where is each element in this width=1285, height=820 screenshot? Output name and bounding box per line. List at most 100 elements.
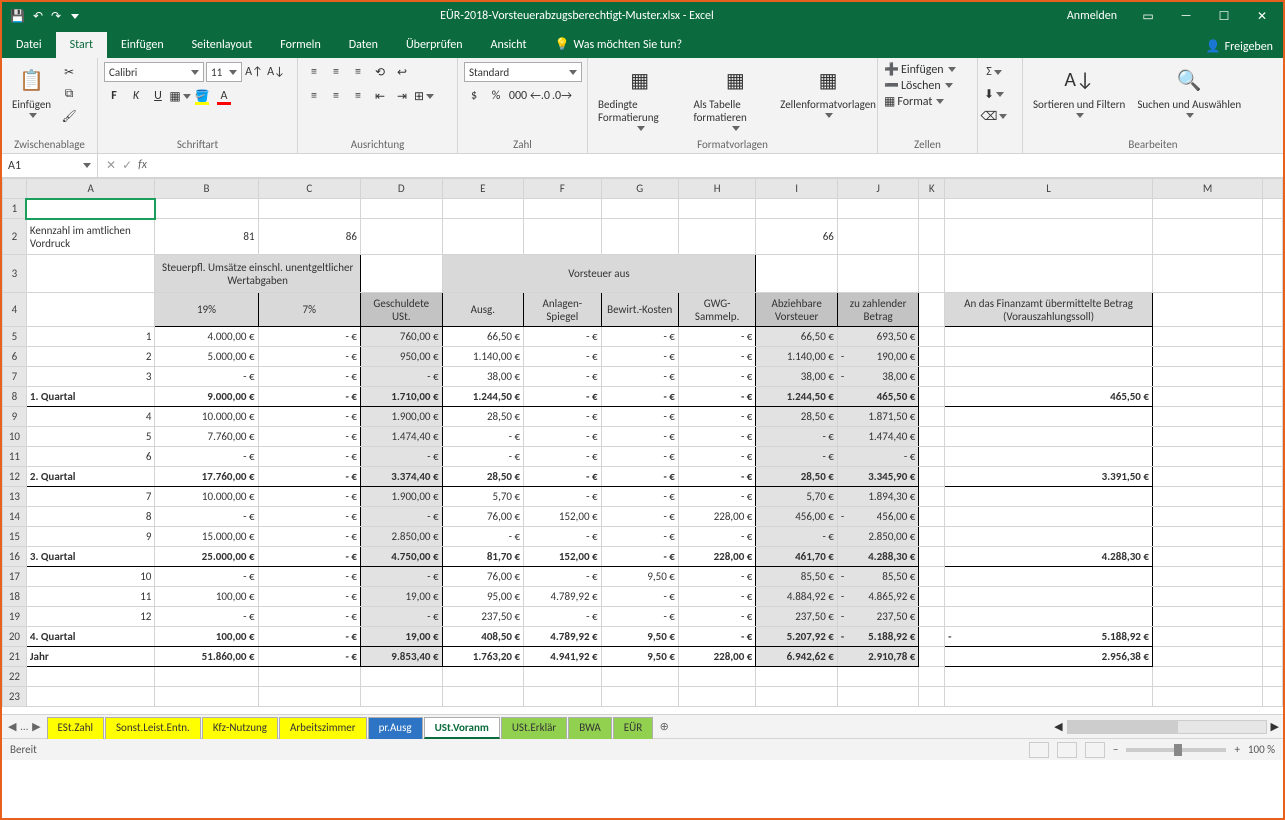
cell[interactable] xyxy=(919,547,945,567)
cell[interactable]: - € xyxy=(155,447,258,467)
cell[interactable]: 4.000,00 € xyxy=(155,327,258,347)
cell[interactable] xyxy=(945,447,1153,467)
cell[interactable] xyxy=(1152,667,1262,687)
cell[interactable]: 10 xyxy=(26,567,155,587)
cell[interactable] xyxy=(945,255,1153,293)
cell[interactable] xyxy=(945,347,1153,367)
cell[interactable]: An das Finanzamt übermittelte Betrag (Vo… xyxy=(945,293,1153,327)
cell[interactable]: zu zahlender Betrag xyxy=(837,293,918,327)
font-color-button[interactable]: A xyxy=(214,86,234,106)
cell[interactable]: Vorsteuer aus xyxy=(442,255,756,293)
cell[interactable]: 1.763,20 € xyxy=(442,647,523,667)
cell[interactable]: - € xyxy=(678,447,755,467)
cell[interactable]: 3.345,90 € xyxy=(837,467,918,487)
cell[interactable] xyxy=(1263,607,1283,627)
cell[interactable]: - € xyxy=(524,347,602,367)
cell[interactable]: 86 xyxy=(258,219,360,255)
fill-icon[interactable]: ⬇ xyxy=(984,84,1004,104)
cell[interactable]: - € xyxy=(155,567,258,587)
border-button[interactable]: ▦ xyxy=(170,86,190,106)
currency-icon[interactable]: $ xyxy=(464,86,484,106)
cell[interactable]: - € xyxy=(258,467,360,487)
italic-button[interactable]: K xyxy=(126,86,146,106)
cell[interactable]: 228,00 € xyxy=(678,507,755,527)
cell[interactable]: - € xyxy=(524,427,602,447)
cell[interactable]: 81,70 € xyxy=(442,547,523,567)
cell[interactable] xyxy=(919,627,945,647)
col-header[interactable]: M xyxy=(1152,179,1262,199)
close-icon[interactable]: ✕ xyxy=(1245,2,1279,30)
cell[interactable]: 4.941,92 € xyxy=(524,647,602,667)
tell-me[interactable]: 💡 Was möchten Sie tun? xyxy=(541,31,697,58)
cell[interactable] xyxy=(601,667,678,687)
cell[interactable]: 1.871,50 € xyxy=(837,407,918,427)
cell[interactable] xyxy=(919,293,945,327)
cell[interactable]: - € xyxy=(155,607,258,627)
percent-icon[interactable]: % xyxy=(486,86,506,106)
maximize-icon[interactable]: ☐ xyxy=(1207,2,1241,30)
cell[interactable] xyxy=(919,487,945,507)
cell[interactable] xyxy=(26,199,155,219)
cell[interactable]: 66 xyxy=(756,219,838,255)
tab-daten[interactable]: Daten xyxy=(335,32,392,58)
cell[interactable] xyxy=(945,687,1153,707)
cell[interactable] xyxy=(919,607,945,627)
cell[interactable]: - € xyxy=(360,367,442,387)
row-header[interactable]: 16 xyxy=(3,547,27,567)
add-sheet-button[interactable]: ⊕ xyxy=(654,720,674,733)
cell[interactable]: Kennzahl im amtlichen Vordruck xyxy=(26,219,155,255)
cell[interactable] xyxy=(919,327,945,347)
cell[interactable] xyxy=(945,367,1153,387)
cell[interactable]: - € xyxy=(258,607,360,627)
row-header[interactable]: 23 xyxy=(3,687,27,707)
cell[interactable]: - € xyxy=(258,407,360,427)
cell[interactable]: - € xyxy=(155,367,258,387)
cell[interactable]: 1.140,00 € xyxy=(442,347,523,367)
cell[interactable] xyxy=(945,199,1153,219)
cell[interactable]: 51.860,00 € xyxy=(155,647,258,667)
cell[interactable] xyxy=(945,427,1153,447)
cell[interactable] xyxy=(945,667,1153,687)
cell[interactable]: - € xyxy=(601,327,678,347)
as-table-button[interactable]: ▦Als Tabelle formatieren xyxy=(690,62,782,133)
cell[interactable]: 10.000,00 € xyxy=(155,407,258,427)
cell[interactable] xyxy=(1152,293,1262,327)
row-header[interactable]: 5 xyxy=(3,327,27,347)
sheet-tab[interactable]: pr.Ausg xyxy=(368,717,423,739)
cell[interactable] xyxy=(1263,367,1283,387)
dec-dec-icon[interactable]: .0→ xyxy=(552,86,572,106)
cell[interactable] xyxy=(1263,487,1283,507)
cell[interactable]: - € xyxy=(524,467,602,487)
cell[interactable] xyxy=(524,667,602,687)
cell[interactable]: 19,00 € xyxy=(360,587,442,607)
cell[interactable]: - € xyxy=(360,567,442,587)
cell[interactable] xyxy=(1263,327,1283,347)
cell[interactable]: 10.000,00 € xyxy=(155,487,258,507)
sheet-tab[interactable]: Sonst.Leist.Entn. xyxy=(105,717,201,739)
view-layout-icon[interactable] xyxy=(1057,742,1077,758)
cell[interactable]: 2 xyxy=(26,347,155,367)
cell[interactable]: - € xyxy=(258,567,360,587)
merge-button[interactable]: ⊞ xyxy=(414,86,434,106)
grow-font-icon[interactable]: A↑ xyxy=(244,62,264,82)
autosum-icon[interactable]: Σ xyxy=(984,62,1004,82)
row-header[interactable]: 20 xyxy=(3,627,27,647)
cell[interactable]: Bewirt.-Kosten xyxy=(601,293,678,327)
cell[interactable]: - € xyxy=(360,507,442,527)
cell[interactable]: - € xyxy=(601,467,678,487)
cell[interactable]: - € xyxy=(678,327,755,347)
orientation-icon[interactable]: ⟲ xyxy=(370,62,390,82)
fill-color-button[interactable]: 🪣 xyxy=(192,86,212,106)
share-button[interactable]: 👤 Freigeben xyxy=(1196,35,1283,58)
cell[interactable] xyxy=(1152,467,1262,487)
save-icon[interactable]: 💾 xyxy=(10,9,25,24)
view-break-icon[interactable] xyxy=(1085,742,1105,758)
cell[interactable] xyxy=(1263,547,1283,567)
cell[interactable]: - € xyxy=(678,427,755,447)
sheet-tab[interactable]: USt.Voranm xyxy=(424,717,500,739)
cell[interactable] xyxy=(155,687,258,707)
cell[interactable]: 1.474,40 € xyxy=(837,427,918,447)
col-header[interactable]: A xyxy=(26,179,155,199)
row-header[interactable]: 3 xyxy=(3,255,27,293)
col-header[interactable]: I xyxy=(756,179,838,199)
